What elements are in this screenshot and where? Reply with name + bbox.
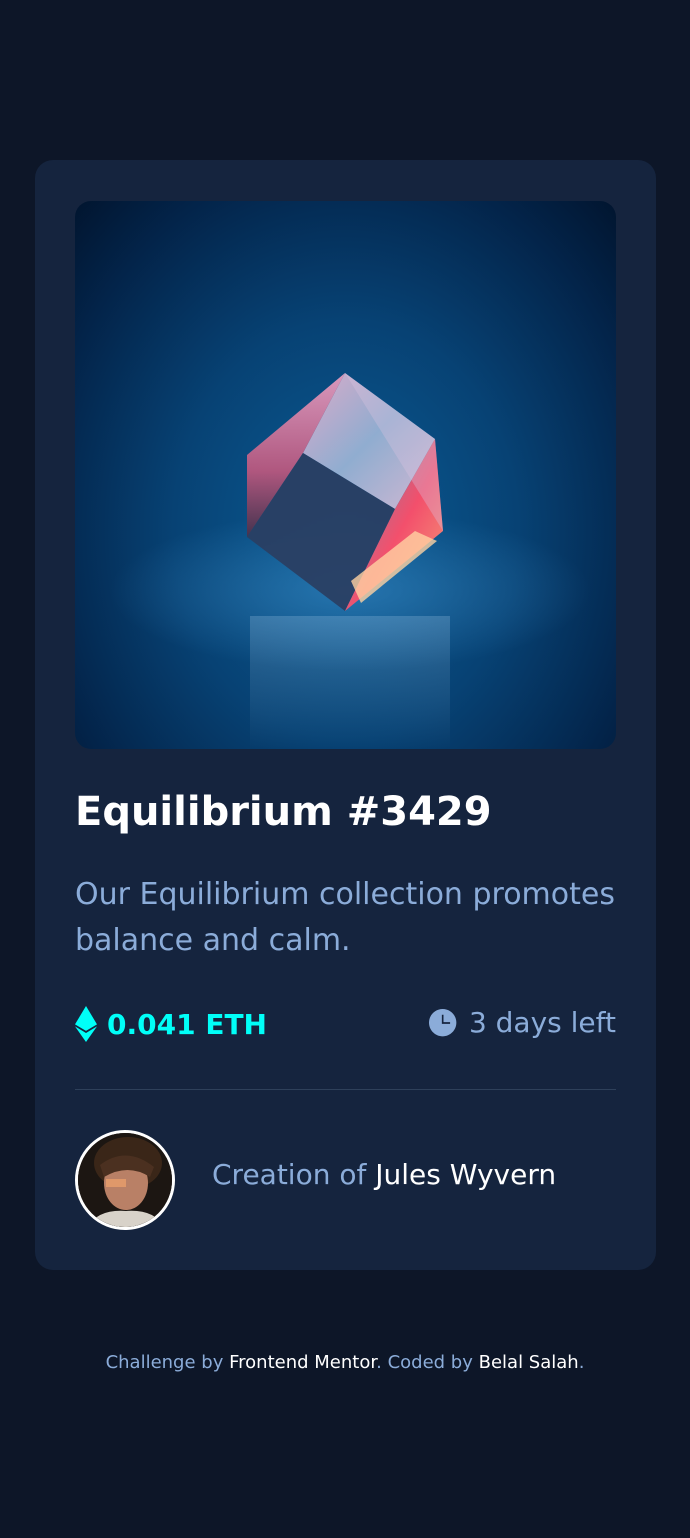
- avatar: [75, 1130, 175, 1230]
- creator-prefix: Creation of: [212, 1158, 367, 1191]
- price-label: 0.041 ETH: [107, 1007, 267, 1041]
- nft-title[interactable]: Equilibrium #3429: [75, 788, 492, 836]
- attribution: Challenge by Frontend Mentor. Coded by B…: [0, 1352, 690, 1373]
- nft-image[interactable]: [75, 201, 616, 749]
- frontend-mentor-link[interactable]: Frontend Mentor: [229, 1352, 376, 1373]
- nft-card: Equilibrium #3429 Our Equilibrium collec…: [35, 160, 656, 1270]
- avatar-image: [78, 1133, 172, 1227]
- creator-text: Creation of Jules Wyvern: [212, 1158, 556, 1191]
- time-left: 3 days left: [428, 1006, 616, 1039]
- time-left-label: 3 days left: [468, 1006, 616, 1039]
- price: 0.041 ETH: [75, 1006, 267, 1042]
- creator-name-link[interactable]: Jules Wyvern: [375, 1158, 556, 1191]
- nft-meta: 0.041 ETH 3 days left: [75, 998, 616, 1048]
- creator: Creation of Jules Wyvern: [75, 1130, 616, 1230]
- ethereum-icon: [75, 1006, 97, 1042]
- end-dot: .: [578, 1352, 585, 1373]
- challenge-prefix: Challenge by: [105, 1352, 224, 1373]
- cube-image: [110, 373, 590, 749]
- nft-description: Our Equilibrium collection promotes bala…: [75, 877, 615, 958]
- clock-icon: [428, 1008, 457, 1036]
- author-link[interactable]: Belal Salah: [479, 1352, 579, 1373]
- coded-prefix: Coded by: [387, 1352, 473, 1373]
- divider: [75, 1089, 616, 1090]
- separator-dot: .: [376, 1352, 382, 1373]
